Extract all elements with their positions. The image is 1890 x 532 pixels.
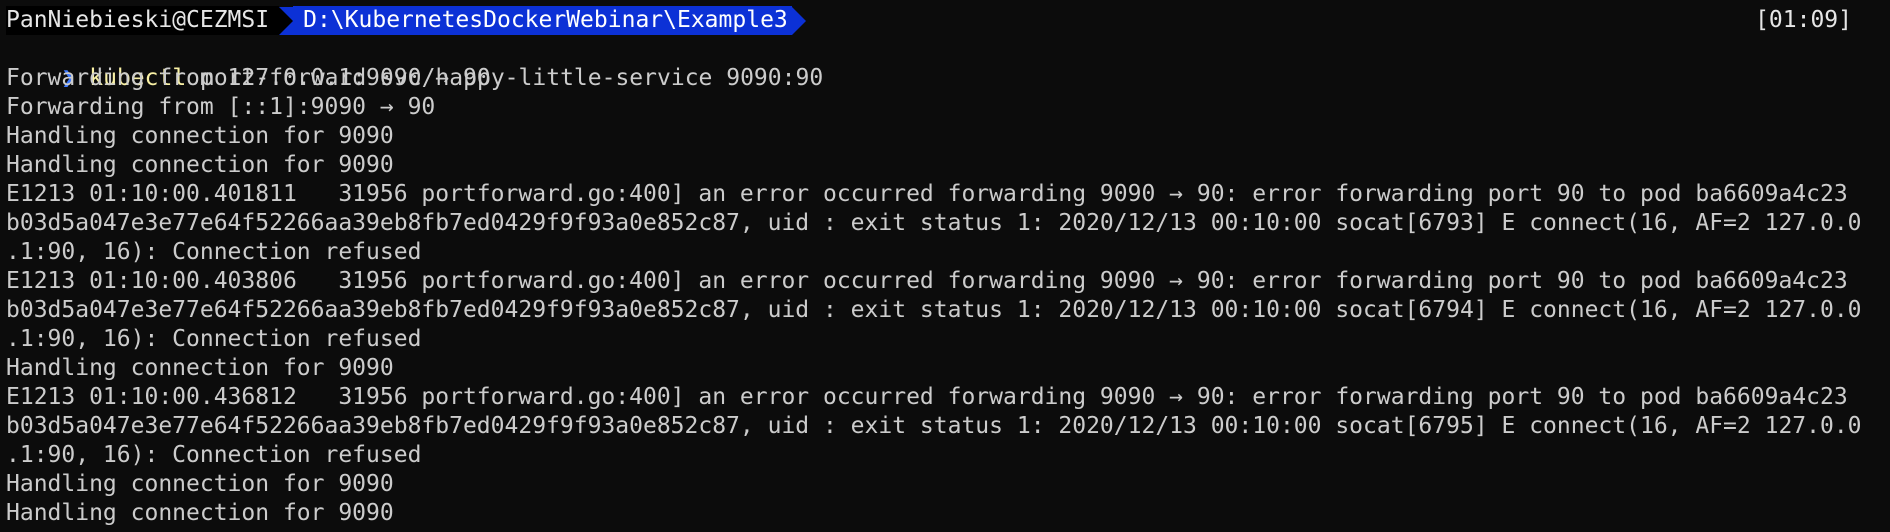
output-line: b03d5a047e3e77e64f52266aa39eb8fb7ed0429f… xyxy=(6,210,1862,236)
prompt-clock: [01:09] xyxy=(1755,7,1852,33)
output-line: Handling connection for 9090 xyxy=(6,471,394,497)
path-segment: D:\KubernetesDockerWebinar\Example3 xyxy=(293,6,792,35)
output-line: Handling connection for 9090 xyxy=(6,500,394,526)
output-line: E1213 01:10:00.401811 31956 portforward.… xyxy=(6,181,1848,207)
output-line: Forwarding from 127.0.0.1:9090 → 90 xyxy=(6,65,491,91)
output-line: Handling connection for 9090 xyxy=(6,355,394,381)
output-line: .1:90, 16): Connection refused xyxy=(6,326,422,352)
output-line: .1:90, 16): Connection refused xyxy=(6,239,422,265)
output-line: b03d5a047e3e77e64f52266aa39eb8fb7ed0429f… xyxy=(6,297,1862,323)
output-line: Handling connection for 9090 xyxy=(6,123,394,149)
output-line: E1213 01:10:00.403806 31956 portforward.… xyxy=(6,268,1848,294)
output-line: Forwarding from [::1]:9090 → 90 xyxy=(6,94,436,120)
output-line: E1213 01:10:00.436812 31956 portforward.… xyxy=(6,384,1848,410)
prompt-bar: PanNiebieski@CEZMSI D:\KubernetesDockerW… xyxy=(6,6,1890,35)
output-line: .1:90, 16): Connection refused xyxy=(6,442,422,468)
powerline-separator-icon xyxy=(279,6,294,35)
output-line: b03d5a047e3e77e64f52266aa39eb8fb7ed0429f… xyxy=(6,413,1862,439)
command-line[interactable]: ❯ kubectl port-forward svc/happy-little-s… xyxy=(6,35,1890,91)
powerline-arrow-icon xyxy=(791,6,806,35)
output-line: Handling connection for 9090 xyxy=(6,152,394,178)
output-block: Forwarding from 127.0.0.1:9090 → 90 Forw… xyxy=(6,64,1890,528)
user-host-segment: PanNiebieski@CEZMSI xyxy=(6,6,280,35)
terminal-window[interactable]: PanNiebieski@CEZMSI D:\KubernetesDockerW… xyxy=(6,6,1890,528)
